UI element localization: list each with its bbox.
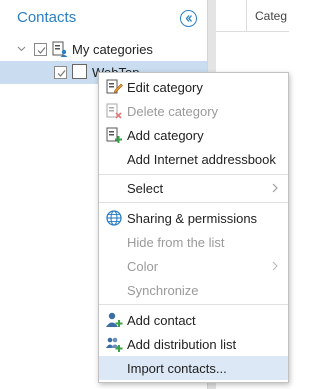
context-menu: Edit category Delete category Add catego… [98, 72, 289, 383]
menu-item-edit-category[interactable]: Edit category [99, 75, 288, 99]
column-separator[interactable] [246, 0, 247, 32]
add-distribution-list-icon [106, 337, 123, 352]
menu-item-label: Delete category [127, 104, 219, 119]
webtop-checkbox[interactable] [54, 66, 67, 79]
collapse-panel-button[interactable] [180, 10, 197, 27]
tree-node-my-categories[interactable]: My categories [0, 38, 207, 61]
menu-item-hide-from-list[interactable]: Hide from the list [99, 230, 288, 254]
menu-item-label: Add Internet addressbook [127, 152, 276, 167]
menu-separator [99, 202, 288, 203]
add-category-icon [106, 127, 122, 143]
delete-category-icon [106, 103, 122, 119]
chevron-right-icon [272, 183, 278, 193]
menu-item-select[interactable]: Select [99, 176, 288, 200]
my-categories-checkbox[interactable] [34, 43, 47, 56]
app-root: Contacts My categories Categ Edit catego… [0, 0, 289, 389]
chevron-right-icon [272, 261, 278, 271]
add-contact-icon [106, 312, 123, 327]
menu-separator [99, 304, 288, 305]
menu-item-delete-category[interactable]: Delete category [99, 99, 288, 123]
category-color-swatch [72, 64, 87, 79]
panel-title: Contacts [17, 9, 77, 26]
menu-item-synchronize[interactable]: Synchronize [99, 278, 288, 302]
menu-item-label: Sharing & permissions [127, 211, 258, 226]
globe-icon [106, 210, 122, 226]
menu-separator [99, 174, 288, 175]
panel-header: Contacts [0, 0, 207, 36]
categories-icon [52, 41, 68, 57]
edit-category-icon [106, 79, 123, 94]
tree-node-label: My categories [72, 42, 153, 57]
menu-item-label: Edit category [127, 80, 203, 95]
menu-item-label: Hide from the list [127, 235, 225, 250]
menu-item-label: Select [127, 181, 164, 196]
menu-item-label: Import contacts... [127, 361, 227, 376]
menu-item-add-distribution-list[interactable]: Add distribution list [99, 332, 288, 356]
menu-item-add-internet-addressbook[interactable]: Add Internet addressbook [99, 147, 288, 171]
menu-item-label: Add distribution list [127, 337, 237, 352]
menu-item-sharing-permissions[interactable]: Sharing & permissions [99, 206, 288, 230]
menu-item-label: Add contact [127, 313, 196, 328]
menu-item-add-category[interactable]: Add category [99, 123, 288, 147]
menu-item-import-contacts[interactable]: Import contacts... [99, 356, 288, 380]
grid-header: Categ [216, 0, 289, 32]
menu-item-add-contact[interactable]: Add contact [99, 308, 288, 332]
chevron-down-icon[interactable] [17, 46, 26, 52]
chevron-left-icon [185, 15, 192, 22]
column-header-category[interactable]: Categ [255, 9, 289, 23]
menu-item-label: Synchronize [127, 283, 199, 298]
menu-item-label: Color [127, 259, 159, 274]
menu-item-label: Add category [127, 128, 204, 143]
menu-item-color[interactable]: Color [99, 254, 288, 278]
